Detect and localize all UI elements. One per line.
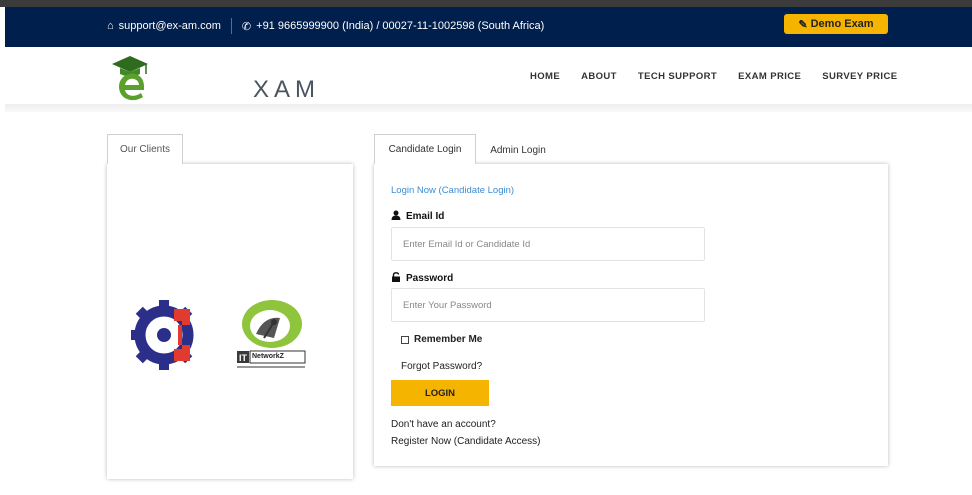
top-contact-bar: ⌂ support@ex-am.com ✆ +91 9665999900 (In… xyxy=(5,7,972,47)
contact-separator xyxy=(230,18,232,34)
support-email[interactable]: support@ex-am.com xyxy=(119,20,221,32)
remember-me-checkbox[interactable] xyxy=(401,335,409,344)
nav-tech-support[interactable]: TECH SUPPORT xyxy=(638,71,717,82)
letter-e-icon xyxy=(119,73,144,101)
remember-me[interactable]: Remember Me xyxy=(401,334,482,345)
password-label: Password xyxy=(391,272,453,285)
tab-our-clients[interactable]: Our Clients xyxy=(107,134,183,164)
graduation-cap-icon xyxy=(112,56,148,72)
login-button[interactable]: LOGIN xyxy=(391,380,489,406)
nav-exam-price[interactable]: EXAM PRICE xyxy=(738,71,801,82)
email-label: Email Id xyxy=(391,210,444,223)
window-top-edge xyxy=(0,0,972,7)
demo-exam-button[interactable]: ✎ Demo Exam xyxy=(784,14,888,34)
user-icon xyxy=(391,210,401,223)
client-logo-text: NetworkZ xyxy=(252,353,284,360)
clients-panel: IT NetworkZ xyxy=(107,164,353,479)
login-panel: Login Now (Candidate Login) Email Id Pas… xyxy=(374,164,888,466)
contact-info: ⌂ support@ex-am.com ✆ +91 9665999900 (In… xyxy=(107,18,544,34)
password-label-text: Password xyxy=(406,273,454,284)
main-nav: HOME ABOUT TECH SUPPORT EXAM PRICE SURVE… xyxy=(530,71,918,82)
exam-logo-graphic xyxy=(112,56,148,101)
header-shadow xyxy=(5,104,972,112)
nav-about[interactable]: ABOUT xyxy=(581,71,617,82)
client-itnetworkz-logo: IT xyxy=(237,300,306,368)
client-gear-logo xyxy=(131,300,194,370)
no-account-text: Don't have an account? xyxy=(391,419,496,430)
svg-text:IT: IT xyxy=(239,353,248,363)
tab-candidate-login[interactable]: Candidate Login xyxy=(374,134,476,164)
edit-icon: ✎ xyxy=(798,18,808,31)
register-link[interactable]: Register Now (Candidate Access) xyxy=(391,436,541,447)
login-heading[interactable]: Login Now (Candidate Login) xyxy=(391,185,514,196)
password-field[interactable] xyxy=(391,288,705,322)
phone-numbers: +91 9665999900 (India) / 00027-11-100259… xyxy=(256,20,545,32)
demo-exam-label: Demo Exam xyxy=(810,18,874,30)
phone-icon: ✆ xyxy=(241,20,252,33)
home-icon: ⌂ xyxy=(107,20,114,32)
exam-logo[interactable]: XAM xyxy=(108,52,315,104)
email-field[interactable] xyxy=(391,227,705,261)
forgot-password-link[interactable]: Forgot Password? xyxy=(401,361,482,372)
nav-survey-price[interactable]: SURVEY PRICE xyxy=(822,71,897,82)
lock-icon xyxy=(391,272,401,285)
nav-home[interactable]: HOME xyxy=(530,71,560,82)
remember-me-label: Remember Me xyxy=(414,334,483,345)
email-label-text: Email Id xyxy=(406,211,445,222)
tab-admin-login[interactable]: Admin Login xyxy=(480,138,556,162)
logo-text: XAM xyxy=(253,76,321,103)
site-header: XAM HOME ABOUT TECH SUPPORT EXAM PRICE S… xyxy=(5,47,972,108)
